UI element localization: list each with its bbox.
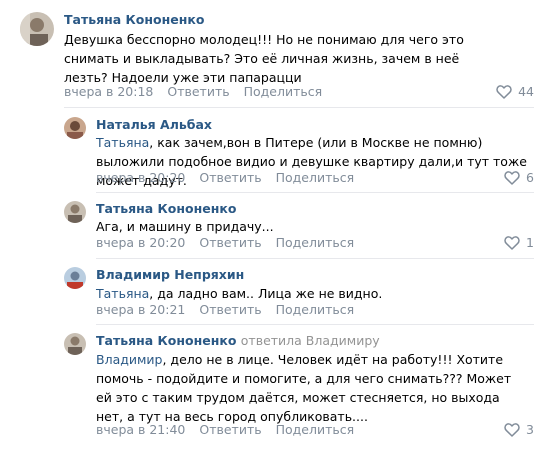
addressee-link[interactable]: Татьяна: [96, 286, 149, 301]
divider: [64, 107, 534, 108]
share-button[interactable]: Поделиться: [244, 84, 323, 99]
heart-outline-icon: [496, 84, 512, 99]
reply-button[interactable]: Ответить: [199, 235, 261, 250]
avatar[interactable]: [20, 12, 54, 46]
divider: [96, 258, 534, 259]
comment-author[interactable]: Татьяна Кононенко: [96, 201, 236, 216]
reply-button[interactable]: Ответить: [167, 84, 229, 99]
addressee-link[interactable]: Татьяна: [96, 135, 149, 150]
reply-button[interactable]: Ответить: [199, 302, 261, 317]
comment-author[interactable]: Владимир Непряхин: [96, 267, 244, 282]
replied-to-label[interactable]: ответила Владимиру: [241, 333, 380, 348]
comment-meta: вчера в 20:18 Ответить Поделиться: [64, 84, 336, 99]
like-button[interactable]: 1: [504, 235, 534, 250]
avatar[interactable]: [64, 117, 86, 139]
comment-time[interactable]: вчера в 20:20: [96, 235, 185, 250]
like-button[interactable]: 6: [504, 170, 534, 185]
comment-meta: вчера в 20:21 Ответить Поделиться: [96, 302, 368, 317]
like-button[interactable]: 44: [496, 84, 534, 99]
avatar[interactable]: [64, 201, 86, 223]
divider: [96, 324, 534, 325]
heart-outline-icon: [504, 422, 520, 437]
comment-author-link[interactable]: Татьяна Кононенко: [96, 333, 236, 348]
heart-outline-icon: [504, 170, 520, 185]
comment-body: Ага, и машину в придачу...: [96, 219, 274, 234]
share-button[interactable]: Поделиться: [276, 170, 355, 185]
like-count: 1: [526, 235, 534, 250]
like-count: 3: [526, 422, 534, 437]
comment-meta: вчера в 20:20 Ответить Поделиться: [96, 170, 368, 185]
like-count: 6: [526, 170, 534, 185]
share-button[interactable]: Поделиться: [276, 302, 355, 317]
comment-author[interactable]: Татьяна Кононенко: [64, 12, 204, 27]
comment-body: Девушка бесспорно молодец!!! Но не поним…: [64, 32, 464, 85]
comment-time[interactable]: вчера в 21:40: [96, 422, 185, 437]
share-button[interactable]: Поделиться: [276, 235, 355, 250]
comment-text: Девушка бесспорно молодец!!! Но не поним…: [64, 30, 504, 87]
heart-outline-icon: [504, 235, 520, 250]
divider: [96, 192, 534, 193]
avatar[interactable]: [64, 267, 86, 289]
comment-time[interactable]: вчера в 20:18: [64, 84, 153, 99]
comment-author[interactable]: Наталья Альбах: [96, 117, 212, 132]
share-button[interactable]: Поделиться: [276, 422, 355, 437]
comment-time[interactable]: вчера в 20:21: [96, 302, 185, 317]
avatar[interactable]: [64, 333, 86, 355]
reply-button[interactable]: Ответить: [199, 422, 261, 437]
comment-body: , да ладно вам.. Лица же не видно.: [149, 286, 383, 301]
comment-meta: вчера в 20:20 Ответить Поделиться: [96, 235, 368, 250]
comment-meta: вчера в 21:40 Ответить Поделиться: [96, 422, 368, 437]
addressee-link[interactable]: Владимир: [96, 352, 162, 367]
like-button[interactable]: 3: [504, 422, 534, 437]
reply-button[interactable]: Ответить: [199, 170, 261, 185]
comment-text: Татьяна, да ладно вам.. Лица же не видно…: [96, 284, 536, 303]
comment-text: Ага, и машину в придачу...: [96, 217, 536, 236]
like-count: 44: [518, 84, 534, 99]
comment-text: Владимир, дело не в лице. Человек идёт н…: [96, 350, 516, 426]
comment-author: Татьяна Кононенко ответила Владимиру: [96, 333, 380, 348]
comment-time[interactable]: вчера в 20:20: [96, 170, 185, 185]
